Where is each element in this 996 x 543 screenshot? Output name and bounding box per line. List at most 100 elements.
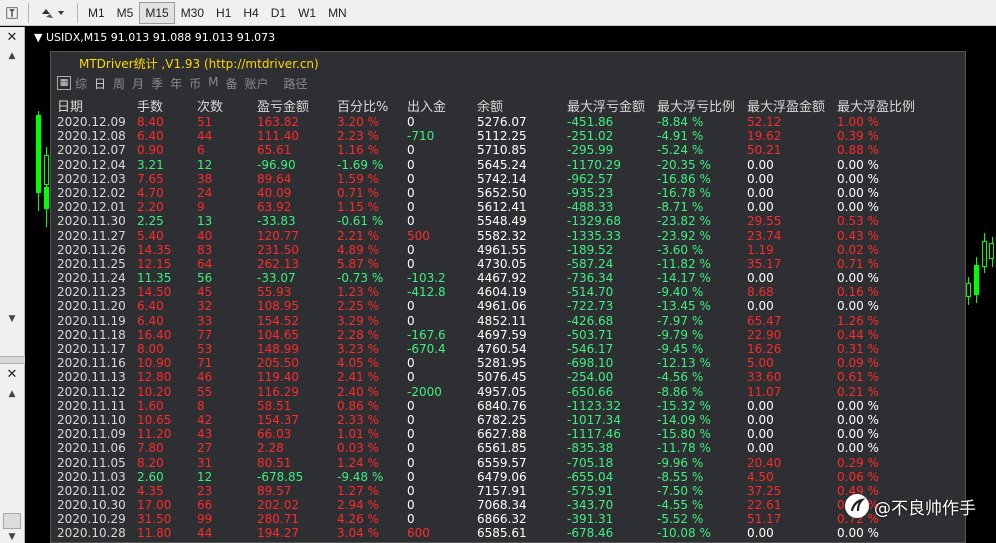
timeframe-h1[interactable]: H1 [210,2,237,24]
mtdriver-stats-panel[interactable]: MTDriver统计 ,V1.93 (http://mtdriver.cn) ▦… [50,51,966,543]
cell-max-loss-pct: -15.80 % [657,427,711,442]
cell-lots: 16.40 [137,327,172,342]
tab-path[interactable]: 路径 [284,75,308,92]
cell-lots: 8.40 [137,115,164,129]
panel-divider[interactable] [0,356,25,364]
cell-date: 2020.11.26 [57,242,126,257]
cell-pnl: 280.71 [257,512,299,527]
table-row[interactable]: 2020.11.16 10.90 71 205.50 4.05 % 0 5281.95 -69… [51,356,965,371]
tab-7[interactable]: M [208,75,218,92]
header-pnl[interactable]: 盈亏金额 [257,96,309,115]
table-row[interactable]: 2020.11.10 10.65 42 154.37 2.33 % 0 6782.25 -10… [51,413,965,427]
scroll-down-icon[interactable]: ▼ [4,312,20,326]
table-row[interactable]: 2020.12.08 6.40 44 111.40 2.23 % -710 5112.25 -… [51,129,965,144]
timeframe-w1[interactable]: W1 [292,2,322,24]
header-lots[interactable]: 手数 [137,96,163,115]
cell-max-profit: 19.62 [747,129,782,144]
cell-max-loss: -655.04 [567,469,614,484]
tab-8[interactable]: 备 [225,75,237,92]
table-row[interactable]: 2020.11.03 2.60 12 -678.85 -9.48 % 0 6479.06 -6… [51,469,965,484]
grid-icon[interactable]: ▦ [57,76,71,90]
timeframe-m1[interactable]: M1 [82,2,111,24]
cell-pnl: 202.02 [257,498,299,513]
table-row[interactable]: 2020.12.04 3.21 12 -96.90 -1.69 % 0 5645.24 -11… [51,158,965,172]
panel-header[interactable]: MTDriver统计 ,V1.93 (http://mtdriver.cn) [51,52,965,74]
timeframe-m5[interactable]: M5 [111,2,140,24]
tab-4[interactable]: 季 [151,75,163,92]
timeframe-m15[interactable]: M15 [139,1,175,24]
tab-5[interactable]: 年 [170,75,182,92]
cell-pnl: 66.03 [257,427,292,442]
close-icon[interactable]: ✕ [4,367,20,383]
table-row[interactable]: 2020.11.18 16.40 77 104.65 2.28 % -167.6 4697.… [51,327,965,342]
header-date[interactable]: 日期 [57,96,83,115]
cell-date: 2020.10.30 [57,498,126,513]
table-row[interactable]: 2020.11.30 2.25 13 -33.83 -0.61 % 0 5548.49 -13… [51,214,965,228]
table-row[interactable]: 2020.11.17 8.00 53 148.99 3.23 % -670.4 4760.5… [51,342,965,356]
cell-pct: 1.24 % [337,455,379,470]
table-row[interactable]: 2020.11.05 8.20 31 80.51 1.24 % 0 6559.57 -705.… [51,455,965,470]
scroll-up-icon[interactable]: ▲ [4,387,20,401]
timeframe-mn[interactable]: MN [322,2,353,24]
header-max-profit[interactable]: 最大浮盈金额 [747,96,825,115]
tab-0[interactable]: 综 [75,75,87,92]
table-row[interactable]: 2020.11.19 6.40 33 154.52 3.29 % 0 4852.11 -426… [51,314,965,328]
table-row[interactable]: 2020.11.09 11.20 43 66.03 1.01 % 0 6627.88 -111… [51,427,965,442]
scrollbar-thumb[interactable] [3,513,21,529]
chart-window[interactable]: ▼ USIDX,M15 91.013 91.088 91.013 91.073 … [26,27,996,543]
tab-6[interactable]: 币 [189,75,201,92]
table-row[interactable]: 2020.11.24 11.35 56 -33.07 -0.73 % -103.2 4467… [51,271,965,286]
header-max-loss[interactable]: 最大浮亏金额 [567,96,645,115]
timeframe-h4[interactable]: H4 [237,2,264,24]
scroll-up-icon[interactable]: ▲ [4,49,20,63]
table-row[interactable]: 2020.11.27 5.40 40 120.77 2.21 % 500 5582.32 -1… [51,229,965,243]
text-icon[interactable] [0,2,24,24]
table-row[interactable]: 2020.12.02 4.70 24 40.09 0.71 % 0 5652.50 -935.… [51,186,965,200]
cell-deposit: -103.2 [407,271,446,286]
table-row[interactable]: 2020.12.01 2.20 9 63.92 1.15 % 0 5612.41 -488.3… [51,200,965,215]
table-row[interactable]: 2020.11.23 14.50 45 55.93 1.23 % -412.8 4604.1… [51,285,965,299]
header-max-loss-pct[interactable]: 最大浮亏比例 [657,96,735,115]
tab-3[interactable]: 月 [132,75,144,92]
table-row[interactable]: 2020.11.12 10.20 55 116.29 2.40 % -2000 4957.0… [51,384,965,399]
cell-balance: 4961.06 [477,299,527,314]
chart-dropdown-icon[interactable]: ▼ [34,31,46,44]
toolbar-separator [28,2,29,23]
tab-1[interactable]: 日 [94,75,106,92]
header-deposit[interactable]: 出入金 [407,96,446,115]
tab-2[interactable]: 周 [113,75,125,92]
table-row[interactable]: 2020.10.30 17.00 66 202.02 2.94 % 0 7068.34 -34… [51,498,965,513]
table-row[interactable]: 2020.10.29 31.50 99 280.71 4.26 % 0 6866.32 -39… [51,512,965,527]
header-pct[interactable]: 百分比% [337,96,388,115]
table-row[interactable]: 2020.11.26 14.35 83 231.50 4.89 % 0 4961.55 -18… [51,242,965,257]
cell-max-loss: -698.10 [567,356,614,371]
scroll-down-icon[interactable]: ▼ [4,530,20,543]
cell-max-profit: 16.26 [747,342,782,356]
table-row[interactable]: 2020.10.28 11.80 44 194.27 3.04 % 600 6585.61 -… [51,526,965,541]
table-row[interactable]: 2020.11.02 4.35 23 89.57 1.27 % 0 7157.91 -575.… [51,484,965,498]
table-row[interactable]: 2020.12.07 0.90 6 65.61 1.16 % 0 5710.85 -295.9… [51,143,965,158]
table-row[interactable]: 2020.11.20 6.40 32 108.95 2.25 % 0 4961.06 -722… [51,299,965,314]
table-row[interactable]: 2020.11.11 1.60 8 58.51 0.86 % 0 6840.76 -1123.… [51,399,965,413]
timeframe-d1[interactable]: D1 [265,2,292,24]
cell-deposit: 0 [407,115,415,129]
header-balance[interactable]: 余额 [477,96,503,115]
table-row[interactable]: 2020.11.25 12.15 64 262.13 5.87 % 0 4730.05 -58… [51,257,965,271]
shapes-icon[interactable] [33,2,73,24]
table-row[interactable]: 2020.12.09 8.40 51 163.82 3.20 % 0 5276.07 -451… [51,115,965,129]
table-row[interactable]: 2020.11.06 7.80 27 2.28 0.03 % 0 6561.85 -835.3… [51,441,965,455]
toolbar-separator [77,2,78,23]
cell-count: 55 [197,384,213,399]
cell-date: 2020.10.28 [57,526,126,541]
table-row[interactable]: 2020.12.03 7.65 38 89.64 1.59 % 0 5742.14 -962.… [51,172,965,186]
timeframe-m30[interactable]: M30 [175,2,210,24]
header-count[interactable]: 次数 [197,96,223,115]
cell-max-profit: 0.00 [747,200,774,215]
tab-9[interactable]: 账户 [244,75,268,92]
close-icon[interactable]: ✕ [4,30,20,46]
table-row[interactable]: 2020.11.13 12.80 46 119.40 2.41 % 0 5076.45 -25… [51,370,965,384]
header-max-profit-pct[interactable]: 最大浮盈比例 [837,96,915,115]
cell-max-profit: 0.00 [747,526,774,541]
cell-max-loss-pct: -5.24 % [657,143,704,158]
cell-max-loss-pct: -5.52 % [657,512,704,527]
